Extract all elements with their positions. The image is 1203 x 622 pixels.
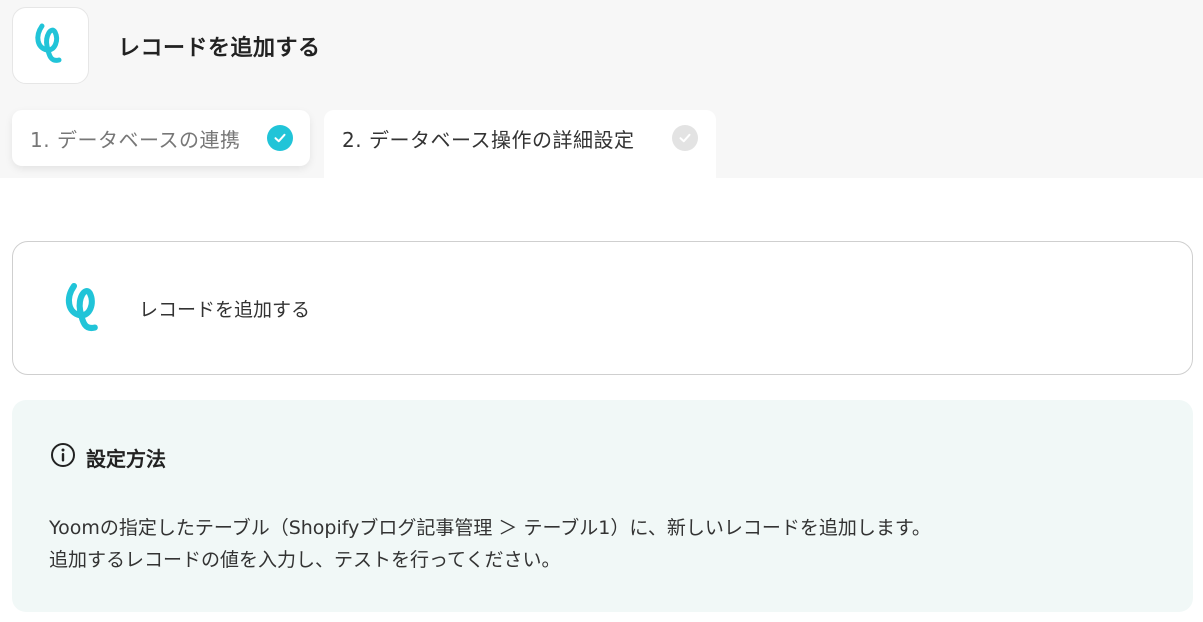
- check-circle-icon: [267, 125, 293, 151]
- app-logo: [12, 7, 89, 84]
- info-description-line-2: 追加するレコードの値を入力し、テストを行ってください。: [49, 549, 561, 571]
- step-1-label: 1. データベースの連携: [30, 127, 241, 152]
- info-icon: [50, 442, 76, 472]
- action-card-label: レコードを追加する: [139, 299, 311, 321]
- yoom-logo-icon: [55, 276, 115, 340]
- check-circle-icon: [672, 125, 698, 151]
- tab-step-2[interactable]: 2. データベース操作の詳細設定: [324, 110, 716, 178]
- info-description-line-1: Yoomの指定したテーブル（Shopifyブログ記事管理 ＞ テーブル1）に、新…: [49, 517, 931, 539]
- yoom-logo-icon: [33, 20, 69, 72]
- info-panel: 設定方法 Yoomの指定したテーブル（Shopifyブログ記事管理 ＞ テーブル…: [12, 400, 1193, 612]
- page-title: レコードを追加する: [118, 36, 321, 61]
- info-header: 設定方法: [50, 442, 166, 472]
- tab-step-1[interactable]: 1. データベースの連携: [12, 110, 310, 166]
- action-card[interactable]: レコードを追加する: [12, 241, 1193, 375]
- step-2-label: 2. データベース操作の詳細設定: [342, 127, 635, 152]
- info-title: 設定方法: [86, 446, 166, 471]
